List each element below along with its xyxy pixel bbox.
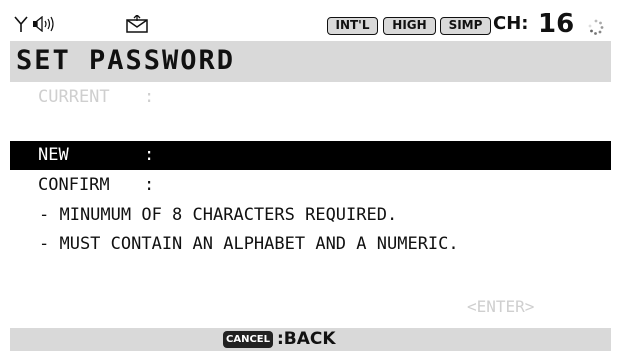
current-colon: : (144, 87, 155, 107)
title-bar: SET PASSWORD (10, 41, 611, 82)
spinner-icon (588, 19, 604, 39)
new-label: NEW (38, 145, 69, 165)
current-label: CURRENT (38, 87, 110, 107)
channel-label: CH: (493, 13, 529, 34)
simplex-badge: SIMP (440, 17, 491, 35)
confirm-label: CONFIRM (38, 175, 110, 195)
new-password-field[interactable]: NEW : (10, 141, 611, 170)
channel-number: 16 (538, 10, 575, 39)
softkey-bar: CANCEL :BACK (10, 328, 611, 351)
intl-badge: INT'L (327, 17, 378, 35)
power-high-badge: HIGH (383, 17, 436, 35)
requirement-note: - MUST CONTAIN AN ALPHABET AND A NUMERIC… (39, 234, 459, 254)
mail-icon (126, 14, 148, 37)
confirm-colon: : (144, 175, 155, 195)
antenna-icon (14, 15, 28, 37)
new-colon: : (144, 145, 155, 165)
speaker-icon (32, 15, 56, 36)
cancel-key[interactable]: CANCEL (223, 331, 273, 348)
enter-button[interactable]: <ENTER> (467, 297, 534, 316)
confirm-password-field[interactable]: CONFIRM : (10, 171, 611, 200)
status-bar: INT'L HIGH SIMP CH: 16 (10, 10, 611, 40)
radio-display: INT'L HIGH SIMP CH: 16 SET PASSWORD CURR… (10, 10, 611, 351)
page-title: SET PASSWORD (16, 45, 236, 76)
left-bezel (0, 0, 10, 351)
requirement-note: - MINUMUM OF 8 CHARACTERS REQUIRED. (39, 205, 398, 225)
back-label: :BACK (277, 329, 336, 349)
right-bezel (611, 0, 622, 351)
current-password-field: CURRENT : (10, 83, 611, 112)
